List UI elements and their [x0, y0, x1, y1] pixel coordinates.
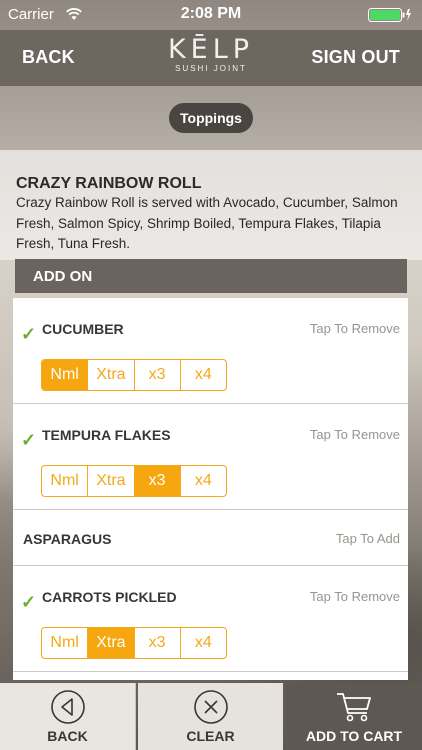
back-circle-icon: [50, 690, 85, 724]
option-xtra[interactable]: Xtra: [87, 466, 133, 496]
addon-list: ✓ CUCUMBER Tap To Remove Nml Xtra x3 x4 …: [13, 298, 408, 680]
add-on-header-label: ADD ON: [33, 268, 93, 285]
navigation-bar: BACK KĒLP SUSHI JOINT SIGN OUT: [0, 30, 422, 86]
addon-name: ASPARAGUS: [23, 531, 112, 547]
check-icon: ✓: [21, 430, 37, 450]
clock: 2:08 PM: [180, 5, 242, 22]
bottom-toolbar: BACK CLEAR ADD TO CART: [0, 683, 422, 750]
addon-name: CARROTS PICKLED: [42, 589, 177, 605]
option-xtra[interactable]: Xtra: [87, 360, 133, 390]
option-x4[interactable]: x4: [179, 360, 226, 390]
option-x3[interactable]: x3: [133, 360, 180, 390]
quantity-selector: Nml Xtra x3 x4: [41, 359, 227, 391]
item-description: Crazy Rainbow Roll is served with Avocad…: [16, 195, 398, 251]
addon-action[interactable]: Tap To Remove: [310, 321, 400, 336]
addon-action[interactable]: Tap To Add: [336, 531, 400, 546]
option-x3[interactable]: x3: [133, 628, 180, 658]
addon-name: CUCUMBER: [42, 321, 124, 337]
addon-name: TEMPURA FLAKES: [42, 427, 171, 443]
status-bar: Carrier 2:08 PM: [0, 0, 422, 30]
option-nml[interactable]: Nml: [42, 628, 87, 658]
option-xtra[interactable]: Xtra: [87, 628, 134, 658]
item-title: CRAZY RAINBOW ROLL: [16, 175, 202, 192]
back-button[interactable]: BACK: [0, 683, 136, 750]
check-icon: ✓: [21, 324, 37, 344]
addon-row-cucumber[interactable]: ✓ CUCUMBER Tap To Remove Nml Xtra x3 x4: [13, 298, 408, 404]
add-on-header: ADD ON: [15, 259, 407, 293]
sign-out-button[interactable]: SIGN OUT: [311, 47, 400, 68]
addon-action[interactable]: Tap To Remove: [310, 427, 400, 442]
option-x3[interactable]: x3: [133, 466, 180, 496]
add-to-cart-label: ADD TO CART: [305, 728, 403, 744]
quantity-selector: Nml Xtra x3 x4: [41, 465, 227, 497]
back-label: BACK: [47, 728, 88, 744]
addon-action[interactable]: Tap To Remove: [310, 589, 400, 604]
option-nml[interactable]: Nml: [42, 360, 88, 390]
close-circle-icon: [193, 690, 228, 724]
clear-button[interactable]: CLEAR: [138, 683, 283, 750]
add-to-cart-button[interactable]: ADD TO CART: [286, 683, 422, 750]
addon-row-carrots-pickled[interactable]: ✓ CARROTS PICKLED Tap To Remove Nml Xtra…: [13, 566, 408, 672]
addon-row-tempura-flakes[interactable]: ✓ TEMPURA FLAKES Tap To Remove Nml Xtra …: [13, 404, 408, 510]
check-icon: ✓: [21, 592, 37, 612]
option-x4[interactable]: x4: [179, 628, 226, 658]
clear-label: CLEAR: [186, 728, 235, 744]
battery-icon: [368, 8, 411, 22]
cart-icon: [337, 693, 371, 722]
option-nml[interactable]: Nml: [42, 466, 87, 496]
option-x4[interactable]: x4: [179, 466, 226, 496]
addon-row-asparagus[interactable]: ASPARAGUS Tap To Add: [13, 510, 408, 566]
toppings-button[interactable]: Toppings: [169, 103, 253, 133]
quantity-selector: Nml Xtra x3 x4: [41, 627, 227, 659]
